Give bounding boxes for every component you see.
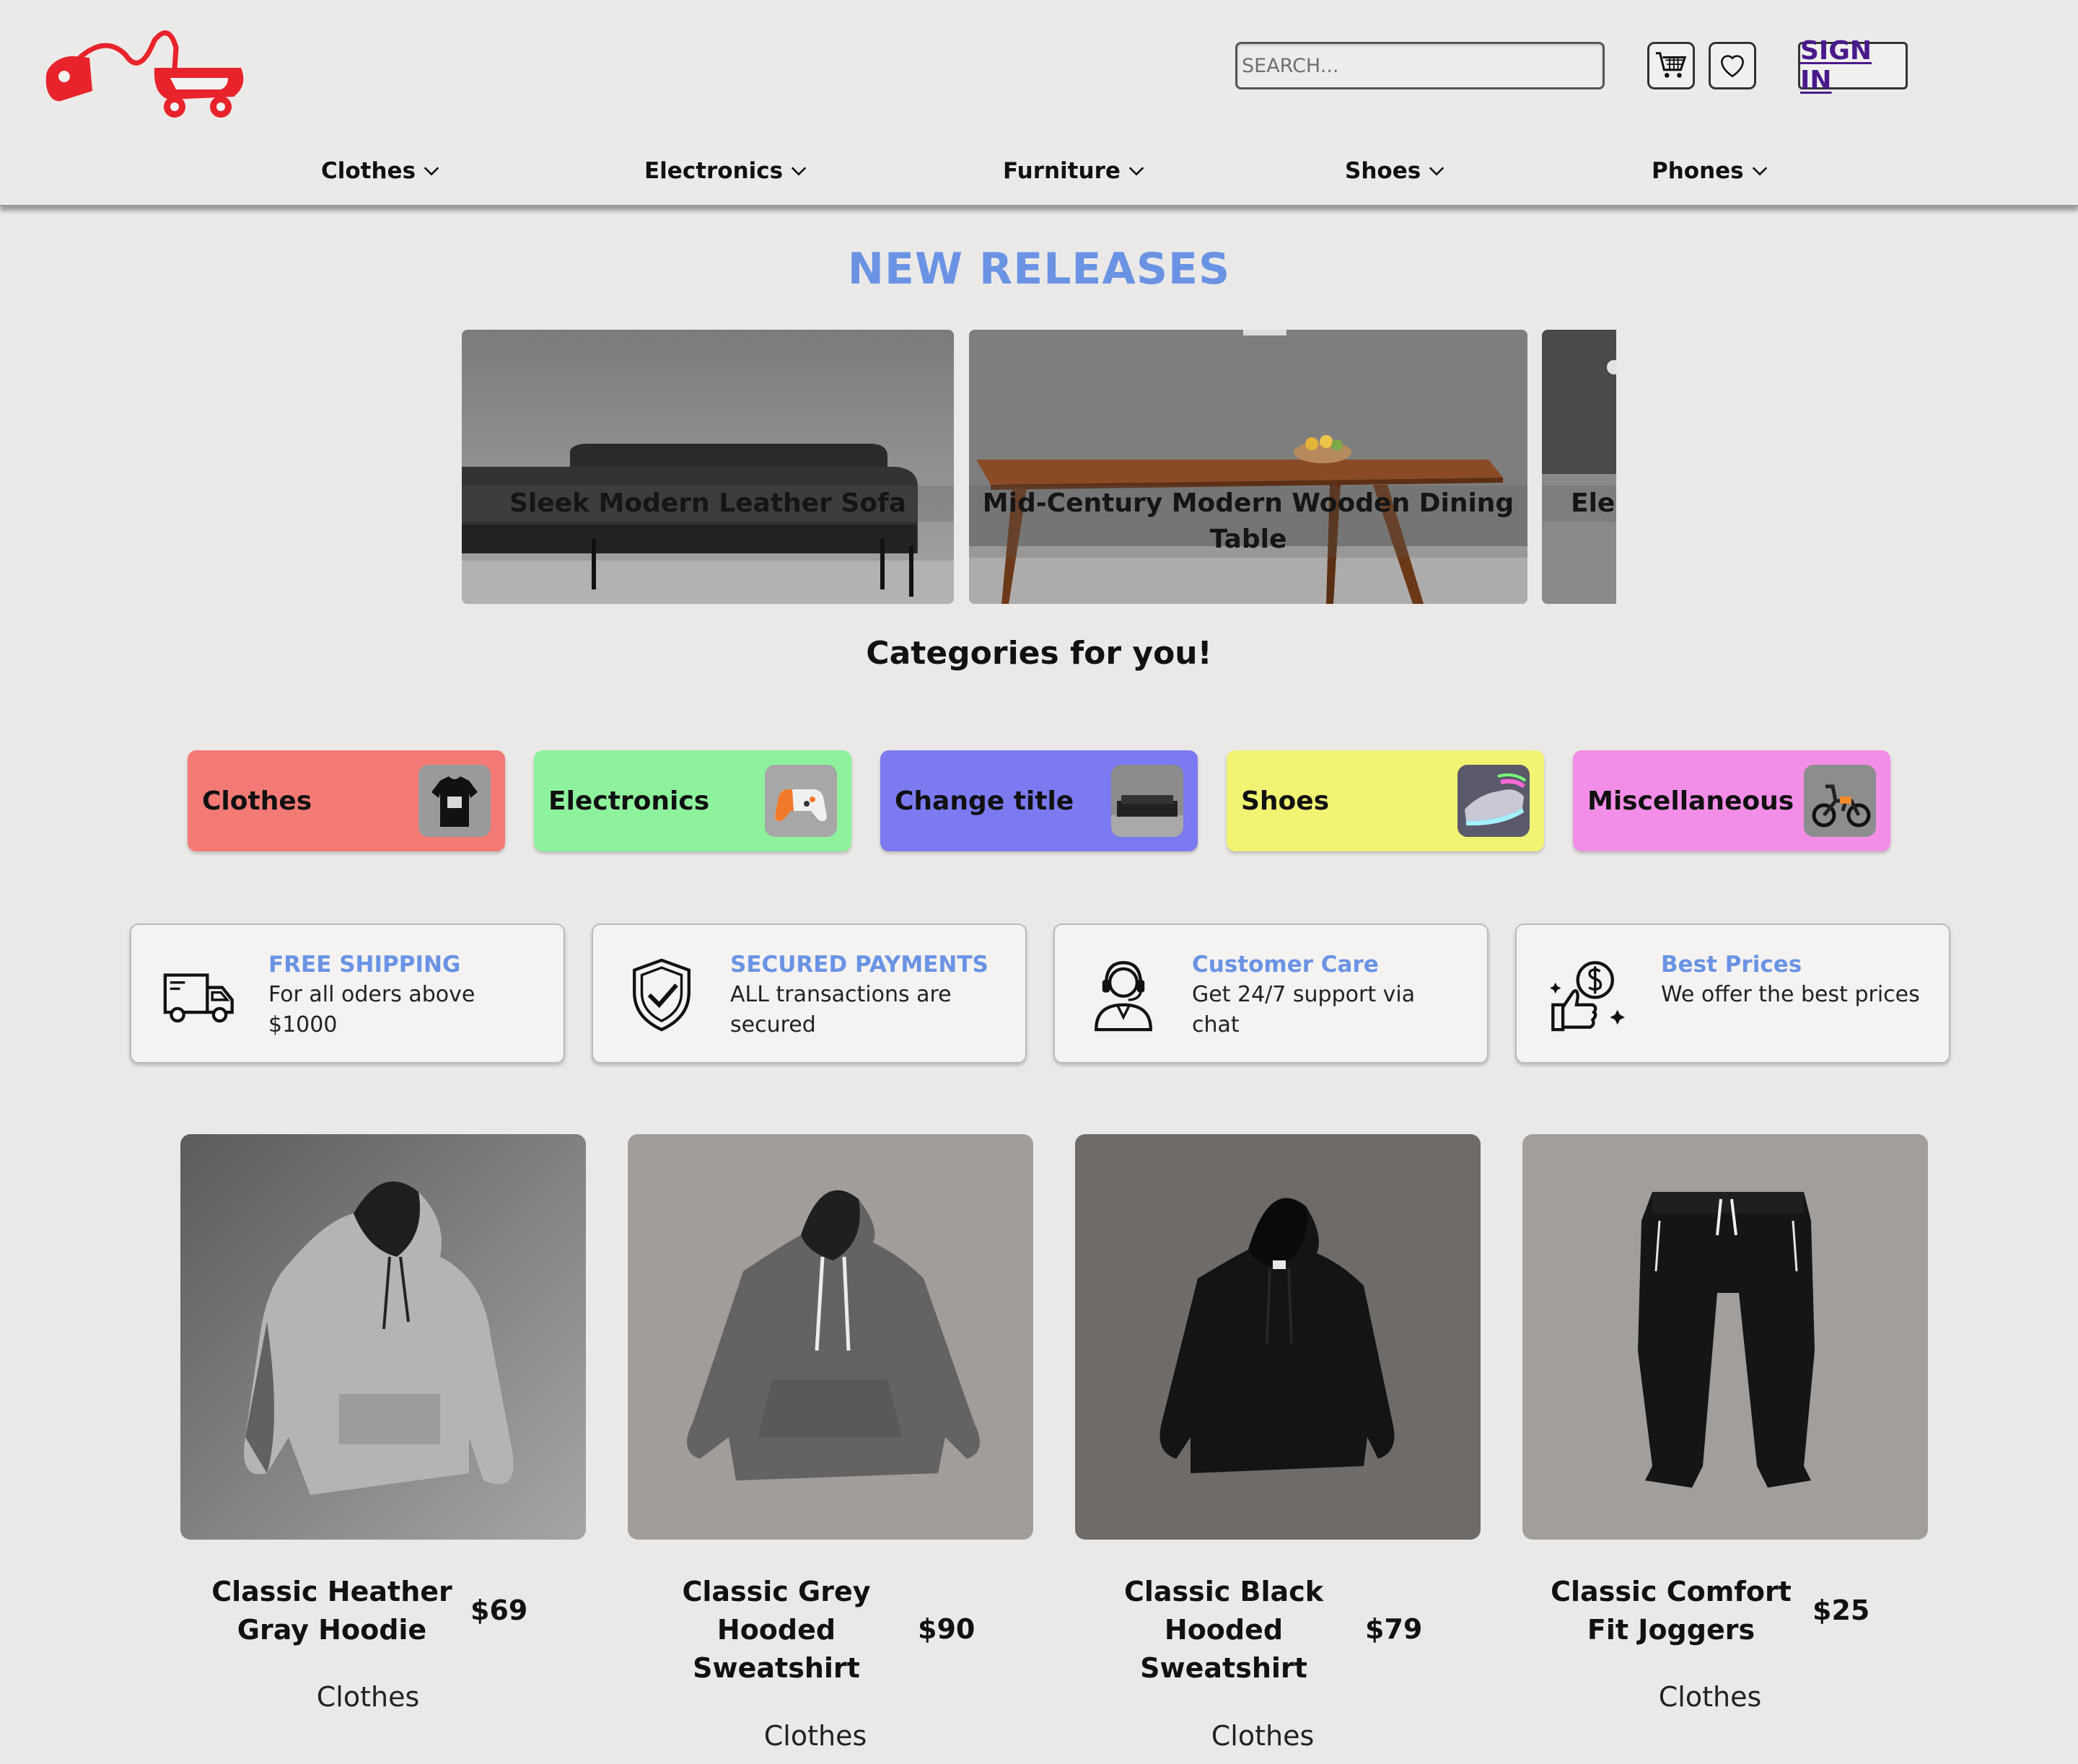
nav-label: Clothes (321, 158, 416, 184)
chevron-down-icon (424, 167, 439, 176)
release-slide[interactable]: Eleg (1542, 330, 1616, 604)
slide-caption: Sleek Modern Leather Sofa (462, 486, 954, 522)
category-label: Shoes (1241, 786, 1330, 816)
new-releases-carousel[interactable]: Sleek Modern Leather Sofa Mid-Century Mo… (462, 330, 1616, 604)
product-category: Clothes (1658, 1681, 1762, 1713)
tshirt-thumbnail (418, 765, 491, 837)
nav-label: Shoes (1345, 158, 1421, 184)
product-name[interactable]: Classic Black Hooded Sweatshirt (1101, 1573, 1346, 1688)
category-label: Electronics (548, 786, 710, 816)
product-card[interactable] (1522, 1134, 1928, 1540)
gamepad-thumbnail (765, 765, 837, 837)
sofa-image (462, 330, 954, 604)
product-image[interactable] (1075, 1134, 1481, 1540)
product-price: $90 (918, 1613, 976, 1645)
release-slide[interactable]: Sleek Modern Leather Sofa (462, 330, 954, 604)
category-card-electronics[interactable]: Electronics (534, 750, 851, 851)
product-price: $25 (1812, 1594, 1870, 1626)
new-releases-title: NEW RELEASES (847, 244, 1231, 294)
search-input[interactable] (1235, 42, 1605, 89)
sign-in-button[interactable]: SIGN IN (1798, 36, 1908, 95)
nav-item-electronics[interactable]: Electronics (644, 153, 809, 189)
headset-agent-icon (1095, 961, 1152, 1032)
product-name[interactable]: Classic Heather Gray Hoodie (209, 1573, 455, 1649)
scooter-thumbnail (1804, 765, 1876, 837)
nav-item-phones[interactable]: Phones (1652, 153, 1770, 189)
cart-button[interactable] (1647, 42, 1695, 89)
wishlist-button[interactable] (1709, 42, 1756, 89)
nav-label: Electronics (644, 158, 784, 184)
chevron-down-icon (1752, 167, 1767, 176)
feature-heading: Customer Care (1192, 952, 1379, 978)
feature-card-customer-care: Customer Care Get 24/7 support via chat (1053, 923, 1489, 1063)
product-card[interactable] (180, 1134, 586, 1756)
shopping-cart-icon (1655, 52, 1687, 78)
chevron-down-icon (791, 167, 807, 176)
product-name[interactable]: Classic Comfort Fit Joggers (1548, 1573, 1794, 1649)
nav-item-clothes[interactable]: Clothes (321, 153, 442, 189)
product-card[interactable] (628, 1134, 1033, 1540)
slide-caption: Eleg (1542, 486, 1616, 522)
slide-caption: Mid-Century Modern Wooden Dining Table (969, 486, 1527, 558)
thumbs-up-dollar-icon (1550, 961, 1625, 1032)
product-card[interactable] (1075, 1134, 1481, 1540)
product-category: Clothes (763, 1720, 867, 1752)
nav-label: Phones (1652, 158, 1744, 184)
feature-heading: SECURED PAYMENTS (730, 952, 988, 978)
category-card-miscellaneous[interactable]: Miscellaneous (1573, 750, 1890, 851)
feature-heading: Best Prices (1661, 952, 1802, 978)
product-category: Clothes (1211, 1720, 1315, 1752)
product-image[interactable] (628, 1134, 1033, 1540)
product-price: $69 (470, 1594, 528, 1626)
product-image[interactable] (1522, 1134, 1928, 1540)
shield-check-icon (633, 958, 691, 1032)
product-category: Clothes (316, 1681, 420, 1713)
feature-text: For all oders above $1000 (268, 982, 475, 1037)
release-slide[interactable]: Mid-Century Modern Wooden Dining Table (969, 330, 1527, 604)
nav-item-furniture[interactable]: Furniture (1003, 153, 1147, 189)
chevron-down-icon (1429, 167, 1444, 176)
feature-card-best-prices: Best Prices We offer the best prices (1515, 923, 1950, 1063)
feature-text: ALL transactions are secured (730, 982, 952, 1037)
chevron-down-icon (1128, 167, 1144, 176)
site-header: SIGN IN Clothes Electronics Furniture Sh… (0, 0, 2078, 206)
category-label: Change title (895, 786, 1074, 816)
feature-text: Get 24/7 support via chat (1192, 982, 1416, 1037)
categories-title: Categories for you! (866, 635, 1212, 672)
feature-text: We offer the best prices (1661, 982, 1920, 1007)
nav-label: Furniture (1003, 158, 1121, 184)
sneaker-thumbnail (1457, 765, 1530, 837)
feature-card-payments: SECURED PAYMENTS ALL transactions are se… (592, 923, 1027, 1063)
feature-heading: FREE SHIPPING (268, 952, 461, 978)
product-image (1542, 330, 1616, 604)
category-card-clothes[interactable]: Clothes (188, 750, 505, 851)
heart-icon (1721, 55, 1744, 78)
sofa-thumbnail (1111, 765, 1183, 837)
feature-card-shipping: FREE SHIPPING For all oders above $1000 (130, 923, 565, 1063)
category-label: Miscellaneous (1587, 786, 1794, 816)
product-price: $79 (1365, 1613, 1423, 1645)
product-image[interactable] (180, 1134, 586, 1540)
shop-cart-logo[interactable] (32, 26, 248, 120)
product-name[interactable]: Classic Grey Hooded Sweatshirt (654, 1573, 899, 1688)
dining-table-image (969, 330, 1527, 604)
category-card-shoes[interactable]: Shoes (1227, 750, 1544, 851)
nav-item-shoes[interactable]: Shoes (1345, 153, 1447, 189)
truck-icon (163, 973, 234, 1023)
category-card-furniture[interactable]: Change title (880, 750, 1198, 851)
category-label: Clothes (202, 786, 312, 816)
